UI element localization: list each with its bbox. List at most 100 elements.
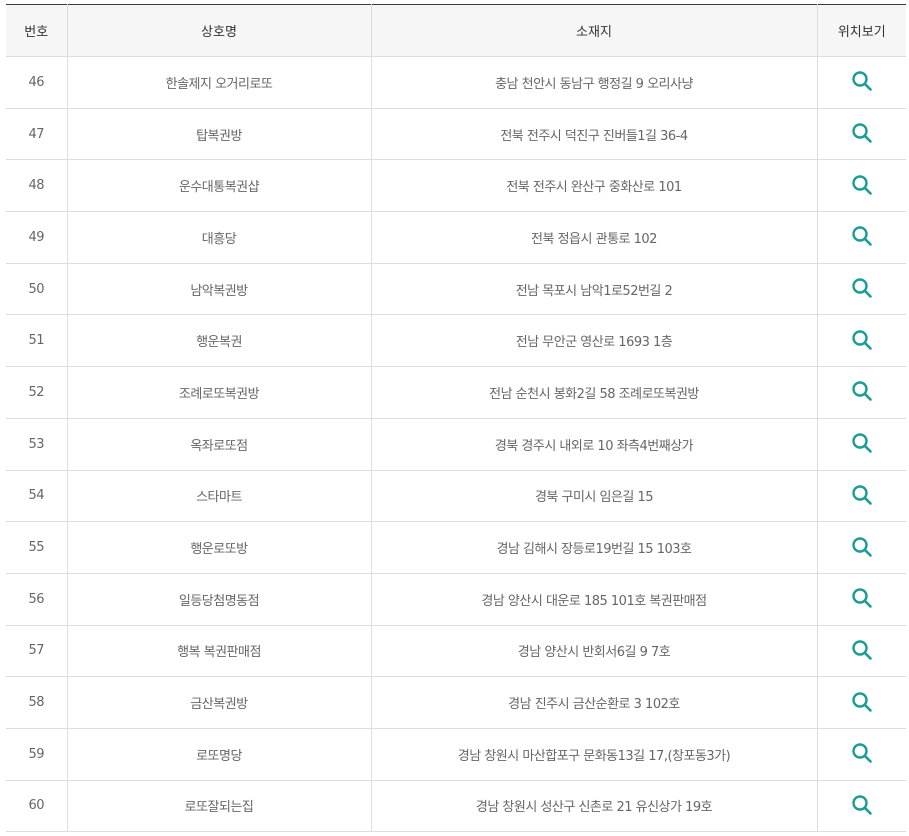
store-address: 전북 정읍시 관통로 102 (370, 211, 817, 264)
table-row: 60 로또잘되는집 경남 창원시 성산구 신촌로 21 유신상가 19호 (6, 780, 906, 833)
location-cell (816, 263, 906, 316)
row-number: 47 (6, 108, 67, 161)
view-location-button[interactable] (849, 637, 875, 663)
store-name: 탑복권방 (66, 108, 371, 161)
search-icon (852, 71, 872, 92)
search-icon (852, 175, 872, 195)
table-row: 56 일등당첨명동점 경남 양산시 대운로 185 101호 복권판매점 (6, 573, 906, 626)
view-location-button[interactable] (849, 378, 875, 404)
location-cell (816, 470, 906, 523)
table-row: 53 옥좌로또점 경북 경주시 내외로 10 좌측4번째상가 (6, 418, 906, 471)
search-icon (852, 691, 872, 712)
view-location-button[interactable] (849, 689, 875, 715)
row-number: 57 (6, 625, 67, 678)
store-name: 스타마트 (66, 470, 371, 523)
store-address: 경남 창원시 마산합포구 문화동13길 17,(창포동3가) (370, 728, 817, 781)
view-location-button[interactable] (849, 482, 875, 508)
location-cell (816, 314, 906, 368)
row-number: 58 (6, 676, 67, 729)
search-icon (852, 330, 872, 350)
header-row: 번호 상호명 소재지 위치보기 (6, 4, 906, 57)
store-name: 행운로또방 (66, 521, 371, 574)
row-number: 48 (6, 159, 67, 213)
table-header: 번호 상호명 소재지 위치보기 (6, 4, 906, 57)
view-location-button[interactable] (849, 740, 875, 766)
view-location-button[interactable] (849, 120, 875, 146)
location-cell (816, 366, 906, 419)
store-name: 옥좌로또점 (66, 418, 371, 471)
store-address: 경남 창원시 성산구 신촌로 21 유신상가 19호 (370, 780, 817, 833)
location-cell (816, 728, 906, 781)
view-location-button[interactable] (849, 534, 875, 560)
location-cell (816, 108, 906, 161)
store-name: 일등당첨명동점 (66, 573, 371, 626)
header-location: 위치보기 (816, 4, 906, 57)
table-row: 59 로또명당 경남 창원시 마산합포구 문화동13길 17,(창포동3가) (6, 728, 906, 781)
table-row: 50 남악복권방 전남 목포시 남악1로52번길 2 (6, 263, 906, 316)
view-location-button[interactable] (849, 327, 875, 353)
search-icon (852, 795, 872, 815)
store-name: 대흥당 (66, 211, 371, 264)
row-number: 59 (6, 728, 67, 781)
view-location-button[interactable] (849, 792, 875, 818)
row-number: 52 (6, 366, 67, 419)
view-location-button[interactable] (849, 223, 875, 249)
view-location-button[interactable] (849, 172, 875, 198)
store-address: 충남 천안시 동남구 행정길 9 오리사냥 (370, 56, 817, 109)
row-number: 54 (6, 470, 67, 523)
store-name: 조례로또복권방 (66, 366, 371, 419)
store-address: 경남 김해시 장등로19번길 15 103호 (370, 521, 817, 574)
search-icon (852, 485, 872, 505)
view-location-button[interactable] (849, 585, 875, 611)
row-number: 60 (6, 780, 67, 833)
search-icon (852, 743, 872, 764)
store-address: 전북 전주시 완산구 중화산로 101 (370, 159, 817, 213)
row-number: 49 (6, 211, 67, 264)
table-row: 55 행운로또방 경남 김해시 장등로19번길 15 103호 (6, 521, 906, 574)
store-address: 전북 전주시 덕진구 진버들1길 36-4 (370, 108, 817, 161)
store-name: 운수대통복권샵 (66, 159, 371, 213)
search-icon (852, 433, 872, 453)
location-cell (816, 573, 906, 626)
row-number: 53 (6, 418, 67, 471)
search-icon (852, 381, 872, 402)
store-address: 경북 경주시 내외로 10 좌측4번째상가 (370, 418, 817, 471)
table-row: 46 한솔제지 오거리로또 충남 천안시 동남구 행정길 9 오리사냥 (6, 56, 906, 109)
table-row: 58 금산복권방 경남 진주시 금산순환로 3 102호 (6, 676, 906, 729)
store-name: 한솔제지 오거리로또 (66, 56, 371, 109)
store-address: 전남 순천시 봉화2길 58 조례로또복권방 (370, 366, 817, 419)
search-icon (852, 588, 872, 609)
table-row: 54 스타마트 경북 구미시 임은길 15 (6, 470, 906, 523)
header-name: 상호명 (66, 4, 371, 57)
store-address: 경남 양산시 대운로 185 101호 복권판매점 (370, 573, 817, 626)
view-location-button[interactable] (849, 430, 875, 456)
table-row: 49 대흥당 전북 정읍시 관통로 102 (6, 211, 906, 264)
location-cell (816, 418, 906, 471)
store-address: 전남 목포시 남악1로52번길 2 (370, 263, 817, 316)
search-icon (852, 226, 872, 247)
table-row: 52 조례로또복권방 전남 순천시 봉화2길 58 조례로또복권방 (6, 366, 906, 419)
header-address: 소재지 (370, 4, 817, 57)
view-location-button[interactable] (849, 68, 875, 94)
table-row: 48 운수대통복권샵 전북 전주시 완산구 중화산로 101 (6, 159, 906, 213)
store-address: 전남 무안군 영산로 1693 1층 (370, 314, 817, 368)
search-icon (852, 640, 872, 660)
row-number: 51 (6, 314, 67, 368)
table-row: 47 탑복권방 전북 전주시 덕진구 진버들1길 36-4 (6, 108, 906, 161)
location-cell (816, 780, 906, 833)
search-icon (852, 123, 872, 143)
location-cell (816, 211, 906, 264)
table-row: 57 행복 복권판매점 경남 양산시 반회서6길 9 7호 (6, 625, 906, 678)
location-cell (816, 676, 906, 729)
store-address: 경북 구미시 임은길 15 (370, 470, 817, 523)
table-row: 51 행운복권 전남 무안군 영산로 1693 1층 (6, 314, 906, 368)
store-name: 금산복권방 (66, 676, 371, 729)
store-address: 경남 진주시 금산순환로 3 102호 (370, 676, 817, 729)
location-cell (816, 625, 906, 678)
search-icon (852, 278, 872, 298)
location-cell (816, 56, 906, 109)
row-number: 55 (6, 521, 67, 574)
store-name: 행복 복권판매점 (66, 625, 371, 678)
header-number: 번호 (6, 4, 67, 57)
view-location-button[interactable] (849, 275, 875, 301)
